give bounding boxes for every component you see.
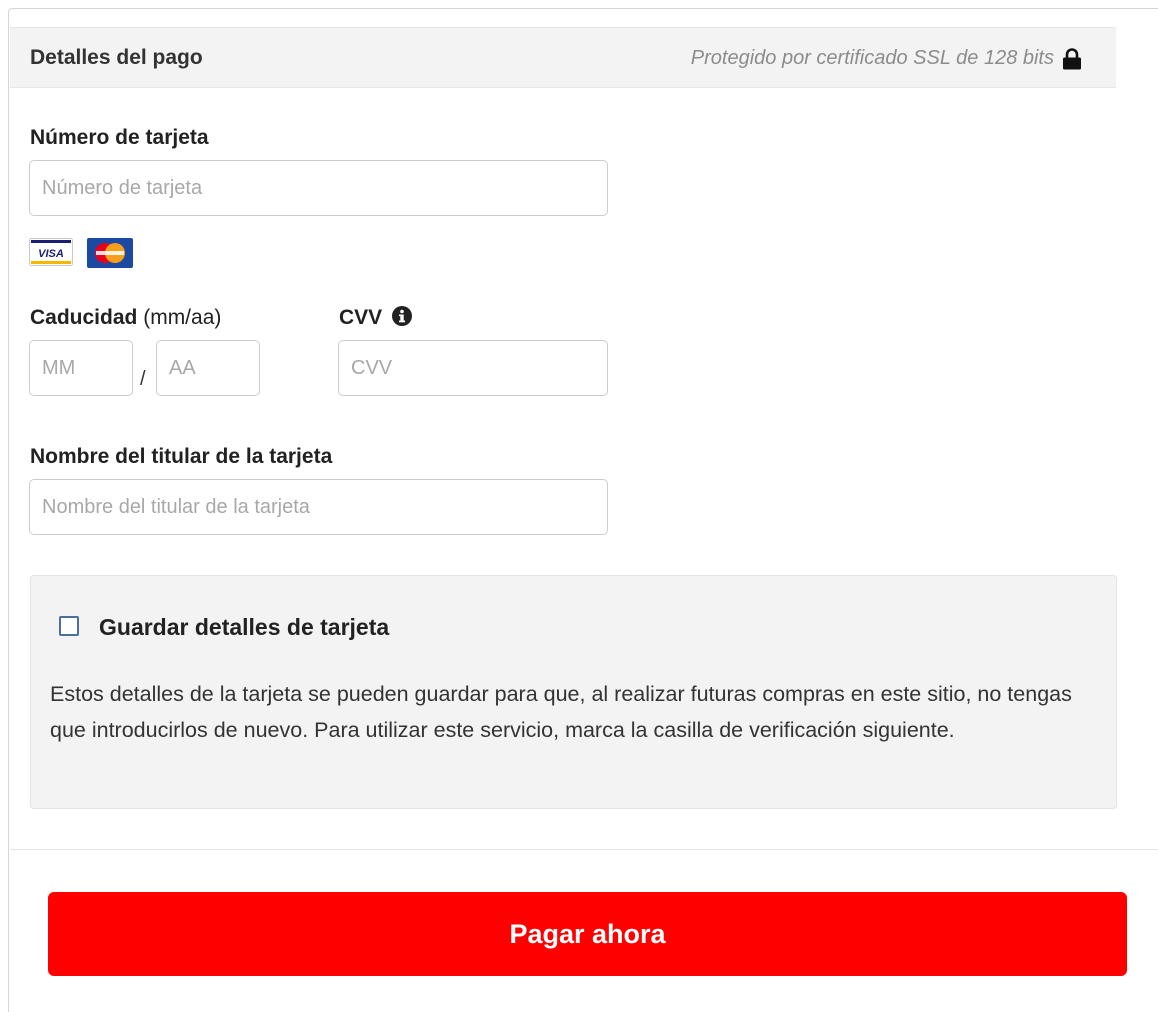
cvv-input[interactable] bbox=[338, 340, 608, 396]
card-logos: VISA bbox=[29, 238, 133, 273]
lock-icon bbox=[1062, 47, 1082, 70]
save-card-checkbox[interactable] bbox=[59, 616, 79, 636]
ssl-note: Protegido por certificado SSL de 128 bit… bbox=[691, 47, 1082, 70]
payment-header-title: Detalles del pago bbox=[30, 46, 203, 69]
pay-now-button[interactable]: Pagar ahora bbox=[48, 892, 1127, 976]
mastercard-logo bbox=[87, 238, 133, 273]
cvv-label-text: CVV bbox=[339, 306, 383, 329]
cardholder-label: Nombre del titular de la tarjeta bbox=[30, 445, 333, 468]
svg-text:VISA: VISA bbox=[38, 248, 64, 260]
save-card-title[interactable]: Guardar detalles de tarjeta bbox=[99, 614, 389, 641]
save-card-box: Guardar detalles de tarjeta Estos detall… bbox=[30, 575, 1117, 809]
card-number-input[interactable] bbox=[29, 160, 608, 216]
info-icon[interactable] bbox=[392, 306, 413, 326]
expiry-separator: / bbox=[140, 368, 146, 390]
footer-divider bbox=[10, 849, 1158, 850]
expiry-label: Caducidad (mm/aa) bbox=[30, 306, 221, 330]
payment-header: Detalles del pago Protegido por certific… bbox=[10, 27, 1116, 88]
cardholder-input[interactable] bbox=[29, 479, 608, 535]
card-number-label: Número de tarjeta bbox=[30, 126, 209, 149]
expiry-month-input[interactable] bbox=[29, 340, 133, 396]
cvv-label: CVV bbox=[339, 306, 413, 330]
expiry-label-text: Caducidad bbox=[30, 306, 138, 329]
expiry-year-input[interactable] bbox=[156, 340, 260, 396]
expiry-hint: (mm/aa) bbox=[143, 306, 222, 329]
ssl-note-text: Protegido por certificado SSL de 128 bit… bbox=[690, 47, 1054, 69]
save-card-description: Estos detalles de la tarjeta se pueden g… bbox=[50, 682, 1072, 742]
visa-logo: VISA bbox=[29, 238, 73, 273]
